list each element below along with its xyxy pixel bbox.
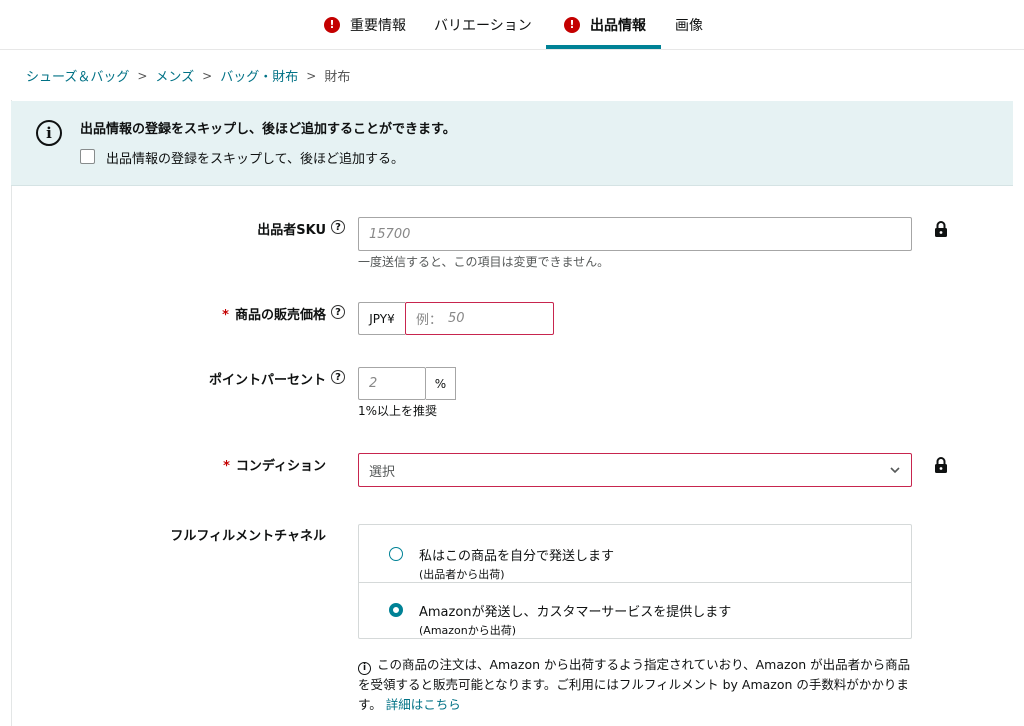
points-hint: 1%以上を推奨 <box>358 404 438 418</box>
tab-important-info[interactable]: ! 重要情報 <box>324 0 406 49</box>
fulfillment-option-merchant[interactable]: 私はこの商品を自分で発送します (出品者から出荷) <box>359 525 911 583</box>
breadcrumb-item[interactable]: バッグ・財布 <box>220 66 298 85</box>
price-placeholder-value: 50 <box>448 311 465 326</box>
question-circle-icon[interactable]: ? <box>331 305 345 319</box>
breadcrumb-item[interactable]: メンズ <box>155 66 194 85</box>
fulfillment-options: 私はこの商品を自分で発送します (出品者から出荷) Amazonが発送し、カスタ… <box>358 524 912 639</box>
fulfillment-label: フルフィルメントチャネル <box>170 529 326 544</box>
points-label: ポイントパーセント <box>208 373 326 388</box>
condition-label: * コンディション <box>223 459 326 474</box>
sku-label: 出品者SKU <box>257 223 326 238</box>
lock-icon <box>935 221 947 237</box>
tab-label: 画像 <box>675 17 703 34</box>
question-circle-icon[interactable]: ? <box>331 220 345 234</box>
question-circle-icon[interactable]: ? <box>331 370 345 384</box>
lock-icon <box>935 457 947 473</box>
tab-label: バリエーション <box>434 17 532 34</box>
skip-checkbox-label[interactable]: 出品情報の登録をスキップして、後ほど追加する。 <box>106 148 404 167</box>
radio-button[interactable] <box>389 547 403 561</box>
tab-images[interactable]: 画像 <box>675 0 703 49</box>
currency-prefix: JPY¥ <box>358 302 405 335</box>
required-asterisk: * <box>223 459 230 474</box>
sku-input[interactable]: 15700 <box>358 217 912 251</box>
fba-note: i この商品の注文は、Amazon から出荷するよう指定されていおり、Amazon… <box>358 655 918 715</box>
top-tab-bar: ! 重要情報 バリエーション ! 出品情報 画像 <box>0 0 1024 50</box>
option-label: 私はこの商品を自分で発送します <box>419 549 615 564</box>
price-placeholder-prefix: 例： <box>416 313 443 328</box>
breadcrumb-item[interactable]: シューズ＆バッグ <box>26 66 129 85</box>
chevron-right-icon: > <box>137 68 148 83</box>
active-tab-indicator <box>546 45 661 49</box>
option-sublabel: (Amazonから出荷) <box>419 624 517 637</box>
condition-select[interactable]: 選択 <box>358 453 912 487</box>
option-sublabel: (出品者から出荷) <box>419 568 505 581</box>
required-asterisk: * <box>222 308 229 323</box>
skip-checkbox[interactable] <box>80 149 95 164</box>
info-circle-icon: i <box>358 661 371 675</box>
tab-variations[interactable]: バリエーション <box>434 0 532 49</box>
sku-hint: 一度送信すると、この項目は変更できません。 <box>358 255 610 269</box>
price-label: * 商品の販売価格 <box>222 308 326 323</box>
chevron-down-icon <box>890 467 900 474</box>
price-input[interactable]: 例： 50 <box>405 302 554 335</box>
points-input[interactable]: 2 <box>358 367 426 400</box>
tab-offer-info[interactable]: ! 出品情報 <box>564 0 646 49</box>
alert-icon: ! <box>324 16 340 33</box>
breadcrumb: シューズ＆バッグ > メンズ > バッグ・財布 > 財布 <box>26 66 351 86</box>
learn-more-link[interactable]: 詳細はこちら <box>386 697 461 712</box>
skip-banner: i 出品情報の登録をスキップし、後ほど追加することができます。 出品情報の登録を… <box>11 101 1013 186</box>
tab-label: 重要情報 <box>350 17 406 34</box>
fulfillment-option-amazon[interactable]: Amazonが発送し、カスタマーサービスを提供します (Amazonから出荷) <box>359 582 911 639</box>
tab-label: 出品情報 <box>590 17 646 34</box>
breadcrumb-current: 財布 <box>324 70 351 85</box>
alert-icon: ! <box>564 16 580 33</box>
percent-suffix: % <box>426 367 456 400</box>
condition-selected: 選択 <box>369 464 396 480</box>
chevron-right-icon: > <box>306 68 317 83</box>
radio-button[interactable] <box>389 603 403 617</box>
banner-title: 出品情報の登録をスキップし、後ほど追加することができます。 <box>80 122 456 137</box>
info-circle-icon: i <box>36 120 62 146</box>
option-label: Amazonが発送し、カスタマーサービスを提供します <box>419 605 732 620</box>
chevron-right-icon: > <box>202 68 213 83</box>
